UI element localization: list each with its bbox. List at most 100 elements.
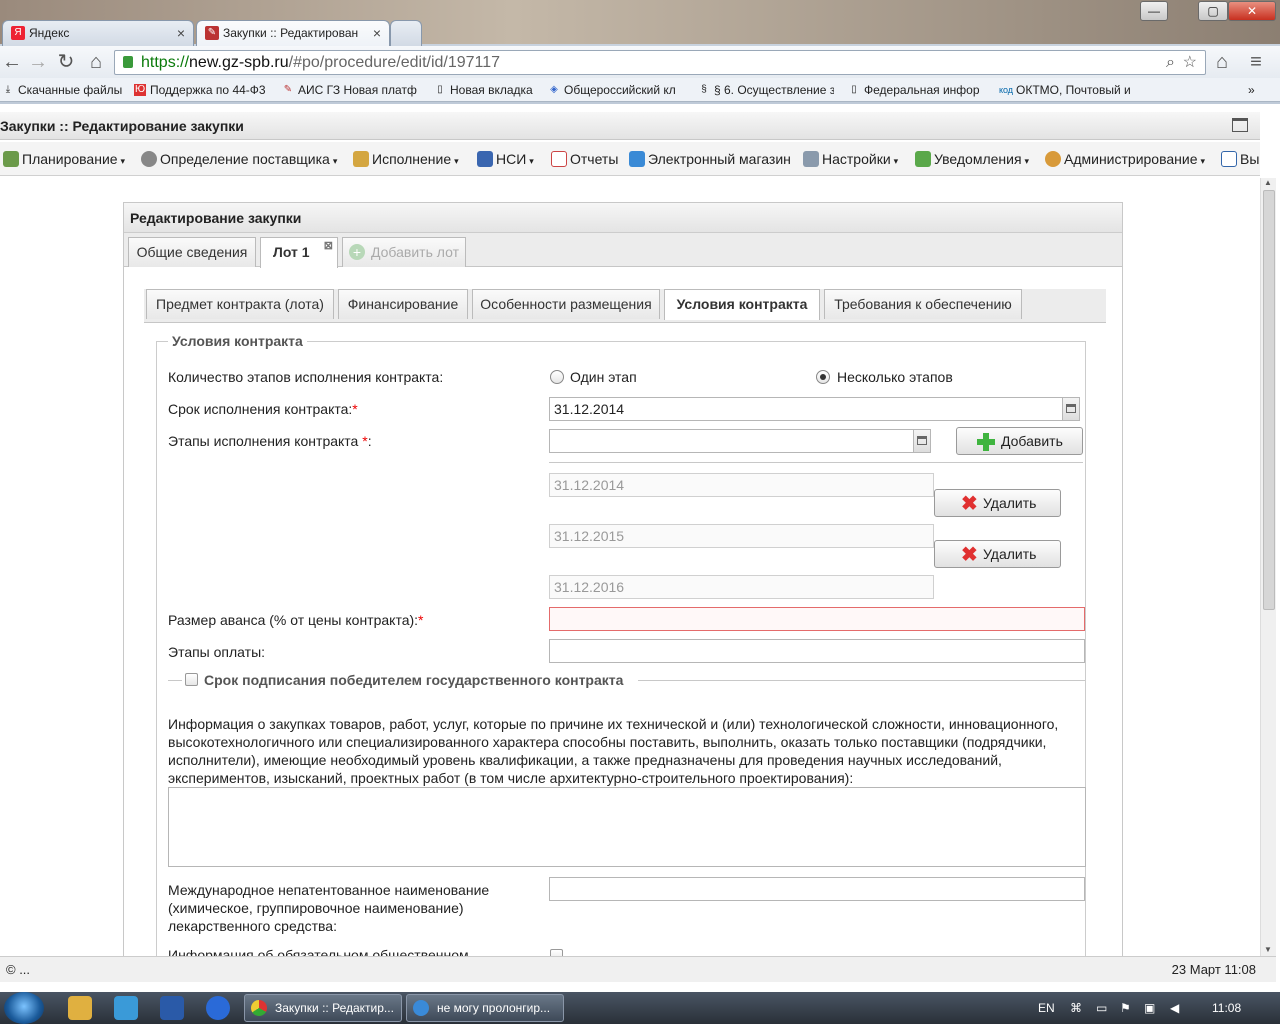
subtab-security[interactable]: Требования к обеспечению (824, 289, 1022, 319)
menu-admin[interactable]: Администрирование ▾ (1044, 142, 1205, 178)
close-tab-icon[interactable]: × (373, 21, 381, 45)
network-icon[interactable]: ⌘ (1070, 992, 1082, 1024)
task-ie[interactable]: не могу пролонгир... (406, 994, 564, 1022)
help-icon[interactable] (206, 996, 230, 1020)
bookmark-downloads[interactable]: ⤓ Скачанные файлы (2, 78, 126, 102)
menu-execution[interactable]: Исполнение ▾ (352, 142, 459, 178)
tab-lot-1[interactable]: Лот 1 ⊠ (260, 237, 338, 268)
volume-icon[interactable]: ◀ (1170, 992, 1179, 1024)
menu-exit[interactable]: Вы (1220, 142, 1259, 176)
close-window-icon[interactable]: ✕ (1228, 1, 1276, 21)
page-icon: ▯ (437, 84, 443, 95)
execution-icon (353, 151, 369, 167)
tab-add-lot[interactable]: + Добавить лот (342, 237, 466, 267)
menu-icon[interactable]: ≡ (1244, 50, 1268, 74)
menu-reports[interactable]: Отчеты (550, 142, 618, 176)
user-icon (1045, 151, 1061, 167)
forward-icon[interactable]: → (26, 50, 50, 74)
sub-tabs: Предмет контракта (лота) Финансирование … (144, 289, 1106, 323)
menu-planning[interactable]: Планирование ▾ (2, 142, 125, 178)
minimize-icon[interactable]: — (1140, 1, 1168, 21)
maximize-panel-icon[interactable] (1232, 118, 1248, 132)
scroll-down-icon[interactable]: ▼ (1264, 945, 1272, 954)
bookmark-support[interactable]: Ю Поддержка по 44-Ф3 (134, 78, 270, 102)
delete-x-icon: ✖ (961, 493, 978, 515)
radio-one-stage-label: Один этап (570, 369, 637, 385)
app-icon[interactable] (114, 996, 138, 1020)
term-label: Срок исполнения контракта:* (168, 401, 358, 417)
browser-tab-zakupki[interactable]: ✎ Закупки :: Редактирован × (196, 20, 390, 47)
planning-icon (3, 151, 19, 167)
subtab-placement[interactable]: Особенности размещения (472, 289, 660, 319)
radio-multiple-stages[interactable] (816, 370, 830, 384)
language-indicator[interactable]: EN (1038, 992, 1055, 1024)
menu-nsi[interactable]: НСИ ▾ (476, 142, 534, 178)
browser-toolbar: ← → ↻ ⌂ https://new.gz-spb.ru/#po/proced… (0, 46, 1280, 78)
bookmarks-more[interactable]: » (1248, 78, 1268, 102)
stage-date-2: 31.12.2015 (549, 524, 934, 548)
term-input[interactable]: 31.12.2014 (549, 397, 1063, 421)
add-circle-icon: + (349, 244, 365, 260)
url-scheme: https:// (141, 54, 190, 71)
advance-input[interactable] (549, 607, 1085, 631)
delete-stage-2-button[interactable]: ✖ Удалить (934, 540, 1061, 568)
extension-home-icon[interactable]: ⌂ (1210, 50, 1234, 74)
reload-icon[interactable]: ↻ (54, 50, 78, 74)
bookmark-oktmo[interactable]: код ОКТМО, Почтовый и (998, 78, 1134, 102)
subtab-subject[interactable]: Предмет контракта (лота) (146, 289, 334, 319)
page-scrollbar[interactable]: ▲ ▼ (1260, 178, 1276, 956)
delete-stage-1-button[interactable]: ✖ Удалить (934, 489, 1061, 517)
subtab-financing[interactable]: Финансирование (338, 289, 468, 319)
bookmark-new-tab[interactable]: ▯ Новая вкладка (434, 78, 544, 102)
flag-icon[interactable]: ⚑ (1120, 992, 1131, 1024)
ie-icon (413, 1000, 429, 1016)
battery-icon[interactable]: ▭ (1096, 992, 1107, 1024)
payment-stages-input[interactable] (549, 639, 1085, 663)
radio-one-stage[interactable] (550, 370, 564, 384)
bookmark-favicon-icon: ◈ (550, 84, 558, 95)
inn-label: Международное непатентованное наименован… (168, 882, 490, 934)
status-datetime: 23 Март 11:08 (1171, 962, 1256, 977)
explorer-icon[interactable] (68, 996, 92, 1020)
menu-notifications[interactable]: Уведомления ▾ (914, 142, 1029, 178)
sign-term-label: Срок подписания победителем государствен… (204, 672, 624, 688)
bookmark-ais[interactable]: ✎ АИС ГЗ Новая платф (282, 78, 420, 102)
word-icon[interactable] (160, 996, 184, 1020)
bookmark-okved[interactable]: ◈ Общероссийский кл (548, 78, 686, 102)
menu-eshop[interactable]: Электронный магазин (628, 142, 791, 176)
tab-general[interactable]: Общие сведения (128, 237, 256, 267)
bookmark-favicon-icon: § (701, 84, 707, 95)
menu-supplier[interactable]: Определение поставщика ▾ (140, 142, 337, 178)
clock[interactable]: 11:08 (1212, 992, 1241, 1024)
zoom-icon[interactable]: ⌕ (1166, 51, 1175, 74)
main-menu: Планирование ▾ Определение поставщика ▾ Ис… (0, 142, 1260, 176)
new-tab-button[interactable] (390, 20, 422, 46)
back-icon[interactable]: ← (0, 50, 24, 74)
calendar-icon[interactable] (913, 429, 931, 453)
menu-settings[interactable]: Настройки ▾ (802, 142, 898, 178)
start-button[interactable] (4, 992, 44, 1024)
home-icon[interactable]: ⌂ (84, 50, 108, 74)
gear-icon (141, 151, 157, 167)
monitor-icon[interactable]: ▣ (1144, 992, 1155, 1024)
calendar-icon[interactable] (1062, 397, 1080, 421)
task-chrome[interactable]: Закупки :: Редактир... (244, 994, 402, 1022)
sign-term-checkbox[interactable] (185, 673, 198, 686)
subtab-contract-terms[interactable]: Условия контракта (664, 289, 820, 320)
complex-procurement-info-textarea[interactable] (168, 787, 1086, 867)
close-lot-icon[interactable]: ⊠ (324, 232, 333, 260)
bookmark-law[interactable]: § § 6. Осуществление з (698, 78, 834, 102)
maximize-icon[interactable]: ▢ (1198, 1, 1228, 21)
bookmark-favicon-icon: Ю (134, 84, 146, 96)
browser-tab-yandex[interactable]: Я Яндекс × (2, 20, 194, 46)
inn-input[interactable] (549, 877, 1085, 901)
scrollbar-thumb[interactable] (1263, 190, 1275, 610)
divider (168, 680, 182, 681)
star-icon[interactable]: ☆ (1183, 51, 1197, 74)
close-tab-icon[interactable]: × (177, 21, 185, 45)
add-stage-button[interactable]: Добавить (956, 427, 1083, 455)
exec-stage-date-input[interactable] (549, 429, 915, 453)
scroll-up-icon[interactable]: ▲ (1264, 178, 1272, 187)
address-bar[interactable]: https://new.gz-spb.ru/#po/procedure/edit… (114, 50, 1206, 75)
bookmark-federal[interactable]: ▯ Федеральная инфор (848, 78, 984, 102)
